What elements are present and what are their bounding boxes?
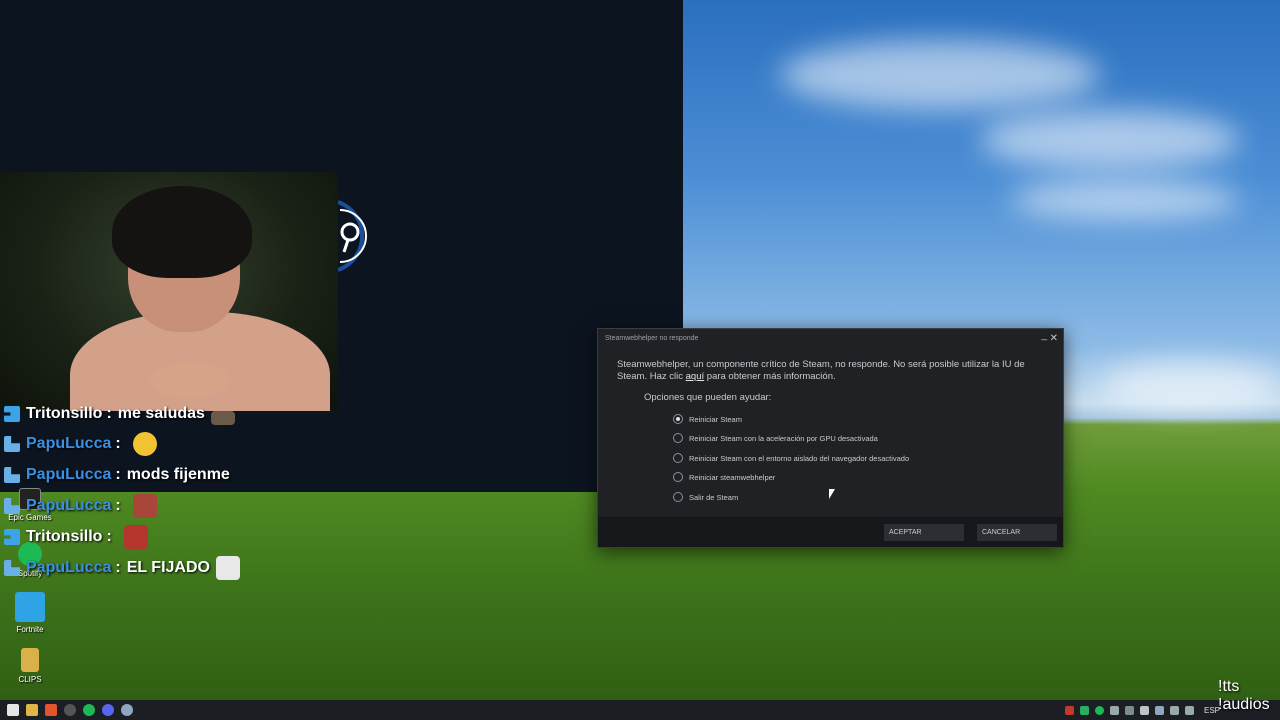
chat-username: PapuLucca: [26, 466, 112, 483]
mouse-cursor-icon: [829, 489, 835, 499]
close-button[interactable]: ✕: [1050, 333, 1058, 344]
network-icon[interactable]: [1169, 705, 1179, 715]
option-exit-steam[interactable]: Salir de Steam: [673, 492, 738, 502]
chat-message: Tritonsillo : me saludas: [4, 400, 235, 428]
tray-app-icon[interactable]: [1139, 705, 1149, 715]
steamwebhelper-dialog: Steamwebhelper no responde _ ✕ Steamwebh…: [597, 328, 1064, 548]
emote-icon: [132, 494, 157, 518]
badge-icon: [4, 436, 20, 452]
chat-message: PapuLucca : EL FIJADO: [4, 554, 240, 582]
option-restart-no-gpu[interactable]: Reiniciar Steam con la aceleración por G…: [673, 433, 878, 443]
chat-username: Tritonsillo: [26, 405, 103, 422]
badge-icon: [4, 406, 20, 422]
file-explorer-icon[interactable]: [26, 704, 38, 716]
brave-browser-icon[interactable]: [45, 704, 57, 716]
radio-icon[interactable]: [673, 453, 683, 463]
dialog-message: Steamwebhelper, un componente crítico de…: [617, 359, 1025, 382]
tray-app-icon[interactable]: [1124, 705, 1134, 715]
chat-text: mods fijenme: [126, 466, 230, 483]
badge-icon: [4, 498, 20, 514]
option-restart-steamwebhelper[interactable]: Reiniciar steamwebhelper: [673, 472, 775, 482]
folder-icon: [21, 648, 39, 672]
tray-app-icon[interactable]: [1064, 705, 1074, 715]
chat-message: PapuLucca :: [4, 430, 157, 458]
chat-message: PapuLucca : mods fijenme: [4, 461, 230, 489]
chat-text: me saludas: [117, 405, 205, 422]
badge-icon: [4, 560, 20, 576]
badge-icon: [4, 467, 20, 483]
option-restart-no-sandbox[interactable]: Reiniciar Steam con el entorno aislado d…: [673, 453, 909, 463]
options-label: Opciones que pueden ayudar:: [644, 392, 772, 403]
dialog-title: Steamwebhelper no responde: [605, 335, 699, 342]
stream-command-overlay: !tts !audios: [1218, 678, 1270, 713]
info-link[interactable]: aquí: [686, 371, 705, 382]
minimize-button[interactable]: _: [1041, 330, 1047, 341]
dialog-footer: ACEPTAR CANCELAR: [598, 517, 1063, 547]
radio-selected-icon[interactable]: [673, 414, 683, 424]
chat-username: PapuLucca: [26, 435, 112, 452]
badge-icon: [4, 529, 20, 545]
emote-icon: [210, 411, 235, 425]
radio-icon[interactable]: [673, 433, 683, 443]
taskbar: ESP: [0, 700, 1280, 720]
tray-app-icon[interactable]: [1079, 705, 1089, 715]
desktop-icon-clips[interactable]: CLIPS: [0, 648, 60, 684]
tray-app-icon[interactable]: [1094, 705, 1104, 715]
system-tray: ESP: [1059, 700, 1220, 720]
chat-username: PapuLucca: [26, 497, 112, 514]
chat-username: Tritonsillo: [26, 528, 103, 545]
accept-button[interactable]: ACEPTAR: [884, 524, 964, 541]
chat-username: PapuLucca: [26, 559, 112, 576]
obs-icon[interactable]: [64, 704, 76, 716]
desktop-icon-fortnite[interactable]: Fortnite: [0, 592, 60, 634]
dialog-titlebar[interactable]: Steamwebhelper no responde _ ✕: [598, 329, 1063, 349]
chat-message: PapuLucca :: [4, 492, 157, 520]
webcam-feed: [0, 172, 338, 411]
fortnite-icon: [15, 592, 45, 622]
microphone-icon[interactable]: [1109, 705, 1119, 715]
emote-icon: [132, 432, 157, 456]
steam-icon[interactable]: [121, 704, 133, 716]
radio-icon[interactable]: [673, 472, 683, 482]
discord-icon[interactable]: [102, 704, 114, 716]
emote-icon: [215, 556, 240, 580]
radio-icon[interactable]: [673, 492, 683, 502]
spotify-icon[interactable]: [83, 704, 95, 716]
windows-start-icon[interactable]: [7, 704, 19, 716]
emote-icon: [123, 525, 148, 549]
option-restart-steam[interactable]: Reiniciar Steam: [673, 414, 742, 424]
cancel-button[interactable]: CANCELAR: [977, 524, 1057, 541]
volume-icon[interactable]: [1184, 705, 1194, 715]
chat-text: EL FIJADO: [126, 559, 210, 576]
steam-tray-icon[interactable]: [1154, 705, 1164, 715]
chat-message: Tritonsillo :: [4, 523, 148, 551]
